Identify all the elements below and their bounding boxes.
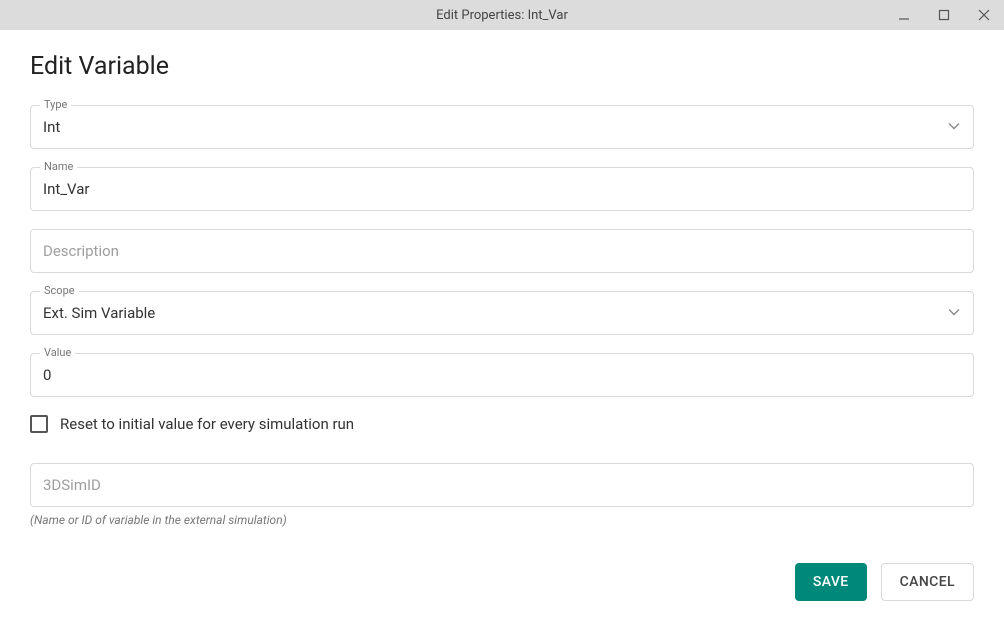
simid-input[interactable] (30, 463, 974, 507)
titlebar: Edit Properties: Int_Var (0, 0, 1004, 30)
description-field-wrap (30, 229, 974, 273)
maximize-button[interactable] (924, 0, 964, 30)
reset-checkbox[interactable] (30, 415, 48, 433)
scope-select[interactable] (30, 291, 974, 335)
dialog-content: Edit Variable Type Name Scope Value Rese… (0, 30, 1004, 619)
save-button[interactable]: SAVE (795, 563, 867, 601)
simid-field-wrap (30, 463, 974, 507)
reset-checkbox-label[interactable]: Reset to initial value for every simulat… (60, 415, 354, 433)
cancel-button[interactable]: CANCEL (881, 563, 974, 601)
page-title: Edit Variable (30, 52, 974, 81)
value-label: Value (40, 346, 75, 359)
close-icon (978, 9, 990, 21)
type-label: Type (40, 98, 71, 111)
name-label: Name (40, 160, 77, 173)
reset-checkbox-row: Reset to initial value for every simulat… (30, 415, 974, 433)
scope-label: Scope (40, 284, 79, 297)
type-select[interactable] (30, 105, 974, 149)
description-input[interactable] (30, 229, 974, 273)
titlebar-controls (884, 0, 1004, 30)
name-field-wrap: Name (30, 167, 974, 211)
type-field-wrap: Type (30, 105, 974, 149)
close-button[interactable] (964, 0, 1004, 30)
value-field-wrap: Value (30, 353, 974, 397)
name-input[interactable] (30, 167, 974, 211)
maximize-icon (938, 9, 950, 21)
minimize-icon (898, 9, 910, 21)
window-title: Edit Properties: Int_Var (436, 8, 568, 23)
simid-helper: (Name or ID of variable in the external … (30, 513, 974, 527)
value-input[interactable] (30, 353, 974, 397)
dialog-actions: SAVE CANCEL (30, 563, 974, 601)
minimize-button[interactable] (884, 0, 924, 30)
scope-field-wrap: Scope (30, 291, 974, 335)
